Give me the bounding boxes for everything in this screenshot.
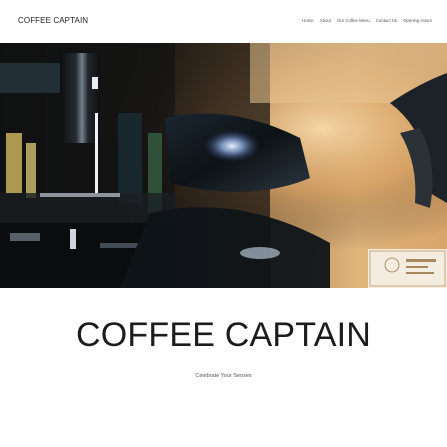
page: COFFEE CAPTAIN Home About Our Coffee Men… <box>0 0 447 447</box>
site-header: COFFEE CAPTAIN Home About Our Coffee Men… <box>0 0 447 43</box>
page-title: COFFEE CAPTAIN <box>76 316 371 354</box>
site-logo[interactable]: COFFEE CAPTAIN <box>18 16 88 25</box>
nav-opening-hours[interactable]: Opening Hours <box>403 18 432 23</box>
nav-about[interactable]: About <box>320 18 331 23</box>
nav-contact-us[interactable]: Contact Us <box>376 18 397 23</box>
tagline: Celebrate Your Senses <box>195 373 252 379</box>
nav-coffee-menu[interactable]: Our Coffee Menu <box>337 18 370 23</box>
espresso-machine-photo <box>0 43 447 288</box>
nav-home[interactable]: Home <box>302 18 313 23</box>
main-nav: Home About Our Coffee Menu Contact Us Op… <box>302 18 432 23</box>
hero-image <box>0 43 447 288</box>
